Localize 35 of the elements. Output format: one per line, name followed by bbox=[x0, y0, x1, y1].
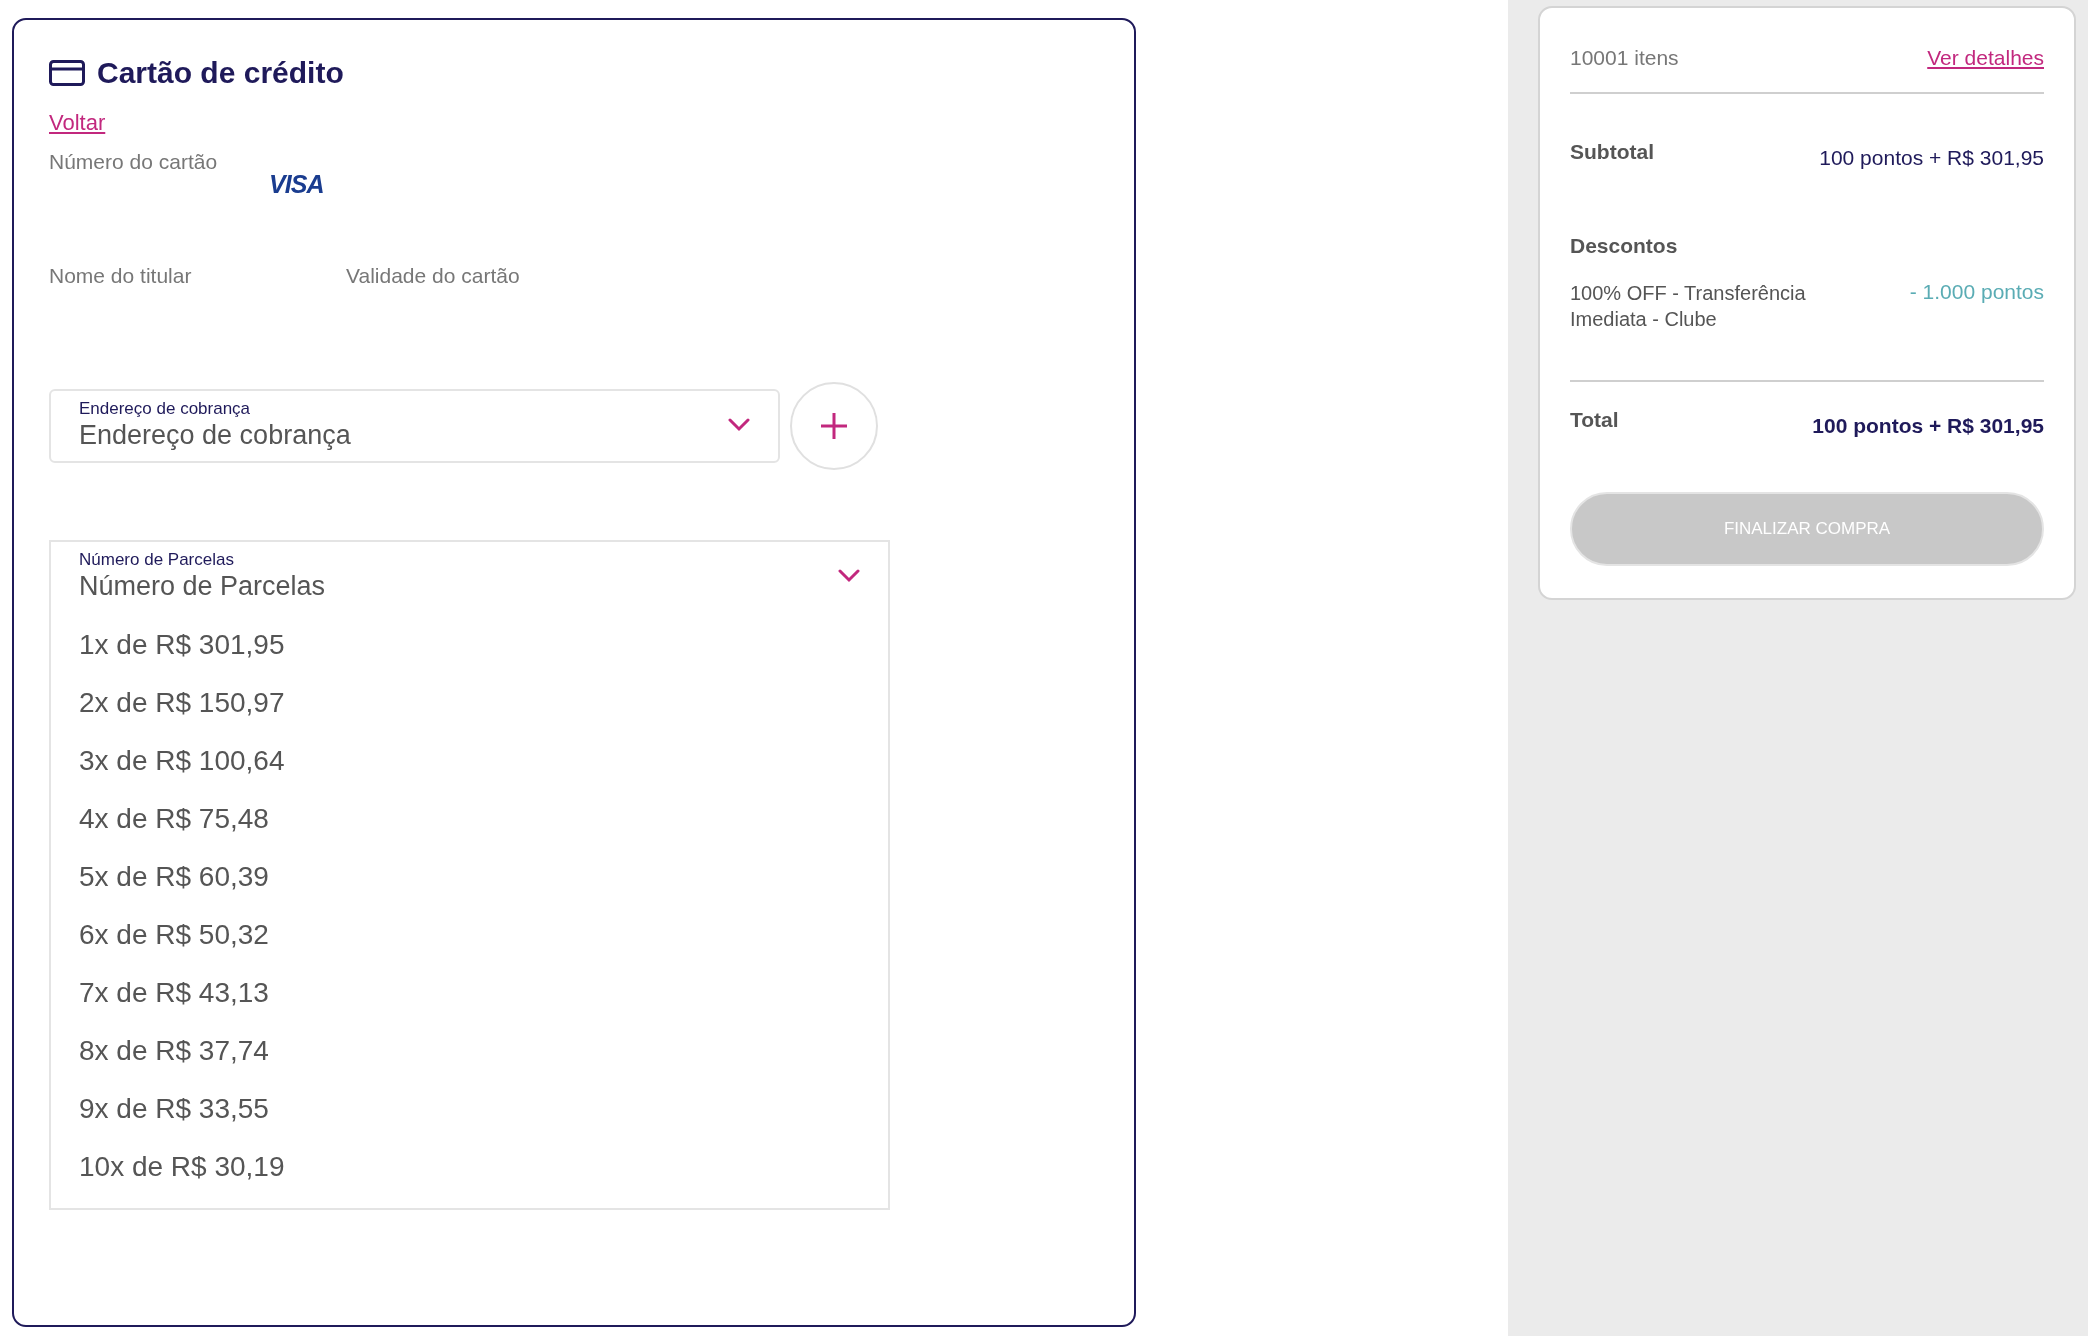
dropdown-option[interactable]: 1x de R$ 301,95 bbox=[51, 616, 888, 674]
field-label: Número do cartão bbox=[49, 150, 218, 175]
dropdown-option[interactable]: 2x de R$ 150,97 bbox=[51, 674, 888, 732]
plus-icon bbox=[819, 411, 849, 441]
total-value: 100 pontos + R$ 301,95 bbox=[1812, 414, 2044, 438]
dropdown-option[interactable]: 5x de R$ 60,39 bbox=[51, 848, 888, 906]
subtotal-value: 100 pontos + R$ 301,95 bbox=[1819, 146, 2044, 170]
select-field[interactable]: Número de Parcelas Número de Parcelas 1x de R$ 301,95 2x de R$ 150,97 3x de R$ 100,64 4x de R$ 75,48 5x de R$ 60,39 6x de R$ 50,32 7x de R$ 43,13 8x de R$ 37,74 9x de R$ 33,55 10x de R$ 30,19 bbox=[49, 540, 890, 1210]
dropdown-option[interactable]: 8x de R$ 37,74 bbox=[51, 1022, 888, 1080]
field-label: Número de Parcelas bbox=[79, 550, 235, 570]
dropdown-option[interactable]: 7x de R$ 43,13 bbox=[51, 964, 888, 1022]
item-count: 10001 itens bbox=[1570, 46, 1679, 70]
subtotal-label: Subtotal bbox=[1570, 140, 1654, 164]
dropdown-option[interactable]: 4x de R$ 75,48 bbox=[51, 790, 888, 848]
select-value: Endereço de cobrança bbox=[79, 419, 352, 451]
back-link[interactable]: Voltar bbox=[49, 110, 106, 136]
field-label: Validade do cartão bbox=[346, 264, 520, 289]
total-label: Total bbox=[1570, 408, 1619, 432]
chevron-down-icon bbox=[728, 418, 750, 432]
discount-name: 100% OFF - Transferência Imediata - Clube bbox=[1570, 281, 1807, 332]
dropdown-option[interactable]: 9x de R$ 33,55 bbox=[51, 1080, 888, 1138]
card-brand-logo: VISA bbox=[269, 170, 324, 199]
dropdown-option[interactable]: 3x de R$ 100,64 bbox=[51, 732, 888, 790]
details-link[interactable]: Ver detalhes bbox=[1927, 46, 2044, 70]
select-value: Número de Parcelas bbox=[79, 570, 327, 602]
dropdown-option[interactable]: 10x de R$ 30,19 bbox=[51, 1138, 888, 1196]
section-title: Cartão de crédito bbox=[97, 56, 344, 90]
chevron-down-icon bbox=[838, 569, 860, 583]
discount-value: - 1.000 pontos bbox=[1909, 280, 2044, 304]
select-field[interactable]: Endereço de cobrança Endereço de cobrança bbox=[49, 389, 780, 463]
field-label: Endereço de cobrança bbox=[79, 399, 252, 419]
discounts-heading: Descontos bbox=[1570, 234, 1679, 258]
dropdown-option[interactable]: 6x de R$ 50,32 bbox=[51, 906, 888, 964]
credit-card-icon bbox=[49, 60, 85, 86]
field-label: Nome do titular bbox=[49, 264, 193, 289]
